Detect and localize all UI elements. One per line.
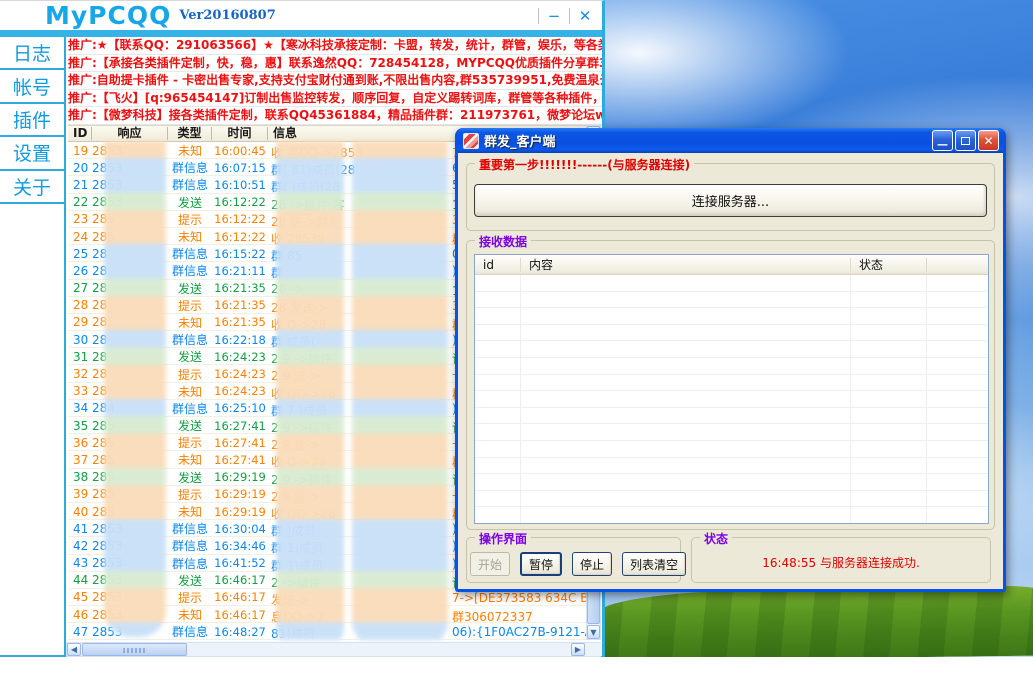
promo-line: 推广:自助提卡插件 - 卡密出售专家,支持支付宝财付通到账,不限出售内容,群53… <box>68 72 602 90</box>
lv-empty-row <box>475 275 988 292</box>
minimize-icon: — <box>937 138 948 151</box>
status-group: 状态 16:48:55 与服务器连接成功. <box>691 537 991 583</box>
horizontal-scrollbar-thumb[interactable] <box>82 643 187 656</box>
lv-empty-row <box>475 391 988 408</box>
lv-empty-row <box>475 474 988 491</box>
receive-data-group: 接收数据 id内容状态 <box>466 240 995 530</box>
column-header-0[interactable]: ID <box>68 127 92 140</box>
operations-group: 操作界面 开始暂停停止列表清空 <box>466 537 681 583</box>
lv-empty-row <box>475 441 988 458</box>
dialog-app-icon <box>463 133 479 149</box>
close-icon[interactable]: ✕ <box>576 7 594 25</box>
promo-banner-list: 推广:★【联系QQ：291063566】★【寒冰科技承接定制：卡盟，转发，统计，… <box>68 37 602 125</box>
lv-empty-row <box>475 458 988 475</box>
status-message: 16:48:55 与服务器连接成功. <box>692 554 990 571</box>
app-title: MyPCQQ <box>45 1 171 30</box>
privacy-blur-stripe <box>104 141 166 637</box>
lv-empty-row <box>475 292 988 309</box>
accent-bar <box>0 30 602 37</box>
sidebar-item-设置[interactable]: 设置 <box>0 137 64 170</box>
lv-empty-row <box>475 325 988 342</box>
scroll-left-icon[interactable]: ◀ <box>67 643 81 656</box>
promo-line: 推广:【承接各类插件定制，快，稳，惠】联系逸然QQ：728454128，MYPC… <box>68 55 602 73</box>
receive-listview-body <box>475 275 988 524</box>
dialog-titlebar[interactable]: 群发_客户端 — ✕ <box>458 128 1003 153</box>
content-divider <box>64 37 66 656</box>
receive-group-caption: 接收数据 <box>475 233 531 250</box>
sidebar-item-帐号[interactable]: 帐号 <box>0 70 64 103</box>
scrollbar-corner <box>586 643 602 656</box>
lv-empty-row <box>475 308 988 325</box>
privacy-blur-stripe <box>352 141 448 647</box>
dialog-window: 群发_客户端 — ✕ 重要第一步!!!!!!!------(与服务器连接) 连接… <box>455 128 1006 592</box>
lv-column-header-3[interactable] <box>927 258 988 272</box>
connect-group-caption: 重要第一步!!!!!!!------(与服务器连接) <box>475 156 694 173</box>
promo-line: 推广:【微梦科技】接各类插件定制，联系QQ45361884，精品插件群：2119… <box>68 107 602 125</box>
connect-server-button[interactable]: 连接服务器... <box>474 184 987 217</box>
sidebar-item-关于[interactable]: 关于 <box>0 171 64 204</box>
scrollbar-grip <box>123 648 145 653</box>
scroll-down-icon[interactable]: ▼ <box>587 625 600 639</box>
sidebar-item-日志[interactable]: 日志 <box>0 37 64 70</box>
wallpaper-grass <box>605 586 1033 657</box>
column-header-1[interactable]: 响应 <box>92 127 168 140</box>
close-icon: ✕ <box>983 134 993 148</box>
暂停-button[interactable]: 暂停 <box>520 552 562 576</box>
lv-column-header-0[interactable]: id <box>475 258 521 272</box>
privacy-blur-stripe <box>276 141 344 653</box>
main-titlebar: MyPCQQ Ver20160807 − ✕ <box>0 1 602 30</box>
maximize-icon <box>961 137 970 145</box>
app-version: Ver20160807 <box>179 8 275 23</box>
receive-listview-header: id内容状态 <box>475 255 988 275</box>
列表清空-button[interactable]: 列表清空 <box>622 552 686 576</box>
lv-empty-row <box>475 491 988 508</box>
lv-column-header-1[interactable]: 内容 <box>521 258 851 272</box>
lv-empty-row <box>475 507 988 524</box>
status-group-caption: 状态 <box>700 530 732 547</box>
lv-empty-row <box>475 424 988 441</box>
dialog-maximize-button[interactable] <box>955 130 976 151</box>
horizontal-scrollbar[interactable]: ◀ ▶ <box>66 642 601 657</box>
receive-listview[interactable]: id内容状态 <box>474 254 989 524</box>
dialog-body: 重要第一步!!!!!!!------(与服务器连接) 连接服务器... 接收数据… <box>458 153 1003 589</box>
lv-empty-row <box>475 358 988 375</box>
lv-empty-row <box>475 408 988 425</box>
dialog-title: 群发_客户端 <box>484 131 556 150</box>
停止-button[interactable]: 停止 <box>572 552 612 576</box>
promo-line: 推广:【飞火】[q:965454147]订制出售监控转发，顺序回复，自定义踢转词… <box>68 90 602 108</box>
promo-line: 推广:★【联系QQ：291063566】★【寒冰科技承接定制：卡盟，转发，统计，… <box>68 37 602 55</box>
operations-group-caption: 操作界面 <box>475 530 531 547</box>
column-header-2[interactable]: 类型 <box>168 127 212 140</box>
dialog-minimize-button[interactable]: — <box>932 130 953 151</box>
minimize-icon[interactable]: − <box>545 7 563 25</box>
sidebar-item-插件[interactable]: 插件 <box>0 104 64 137</box>
connect-group: 重要第一步!!!!!!!------(与服务器连接) 连接服务器... <box>466 163 995 231</box>
sidebar: 日志帐号插件设置关于 <box>0 37 64 204</box>
desktop: MyPCQQ Ver20160807 − ✕ 日志帐号插件设置关于 推广:★【联… <box>0 0 1033 680</box>
lv-empty-row <box>475 341 988 358</box>
lv-empty-row <box>475 375 988 392</box>
column-header-3[interactable]: 时间 <box>212 127 268 140</box>
dialog-close-button[interactable]: ✕ <box>978 130 999 151</box>
scroll-right-icon[interactable]: ▶ <box>571 643 585 656</box>
divider <box>569 8 570 24</box>
开始-button: 开始 <box>470 552 510 576</box>
lv-column-header-2[interactable]: 状态 <box>851 258 927 272</box>
divider <box>538 8 539 24</box>
